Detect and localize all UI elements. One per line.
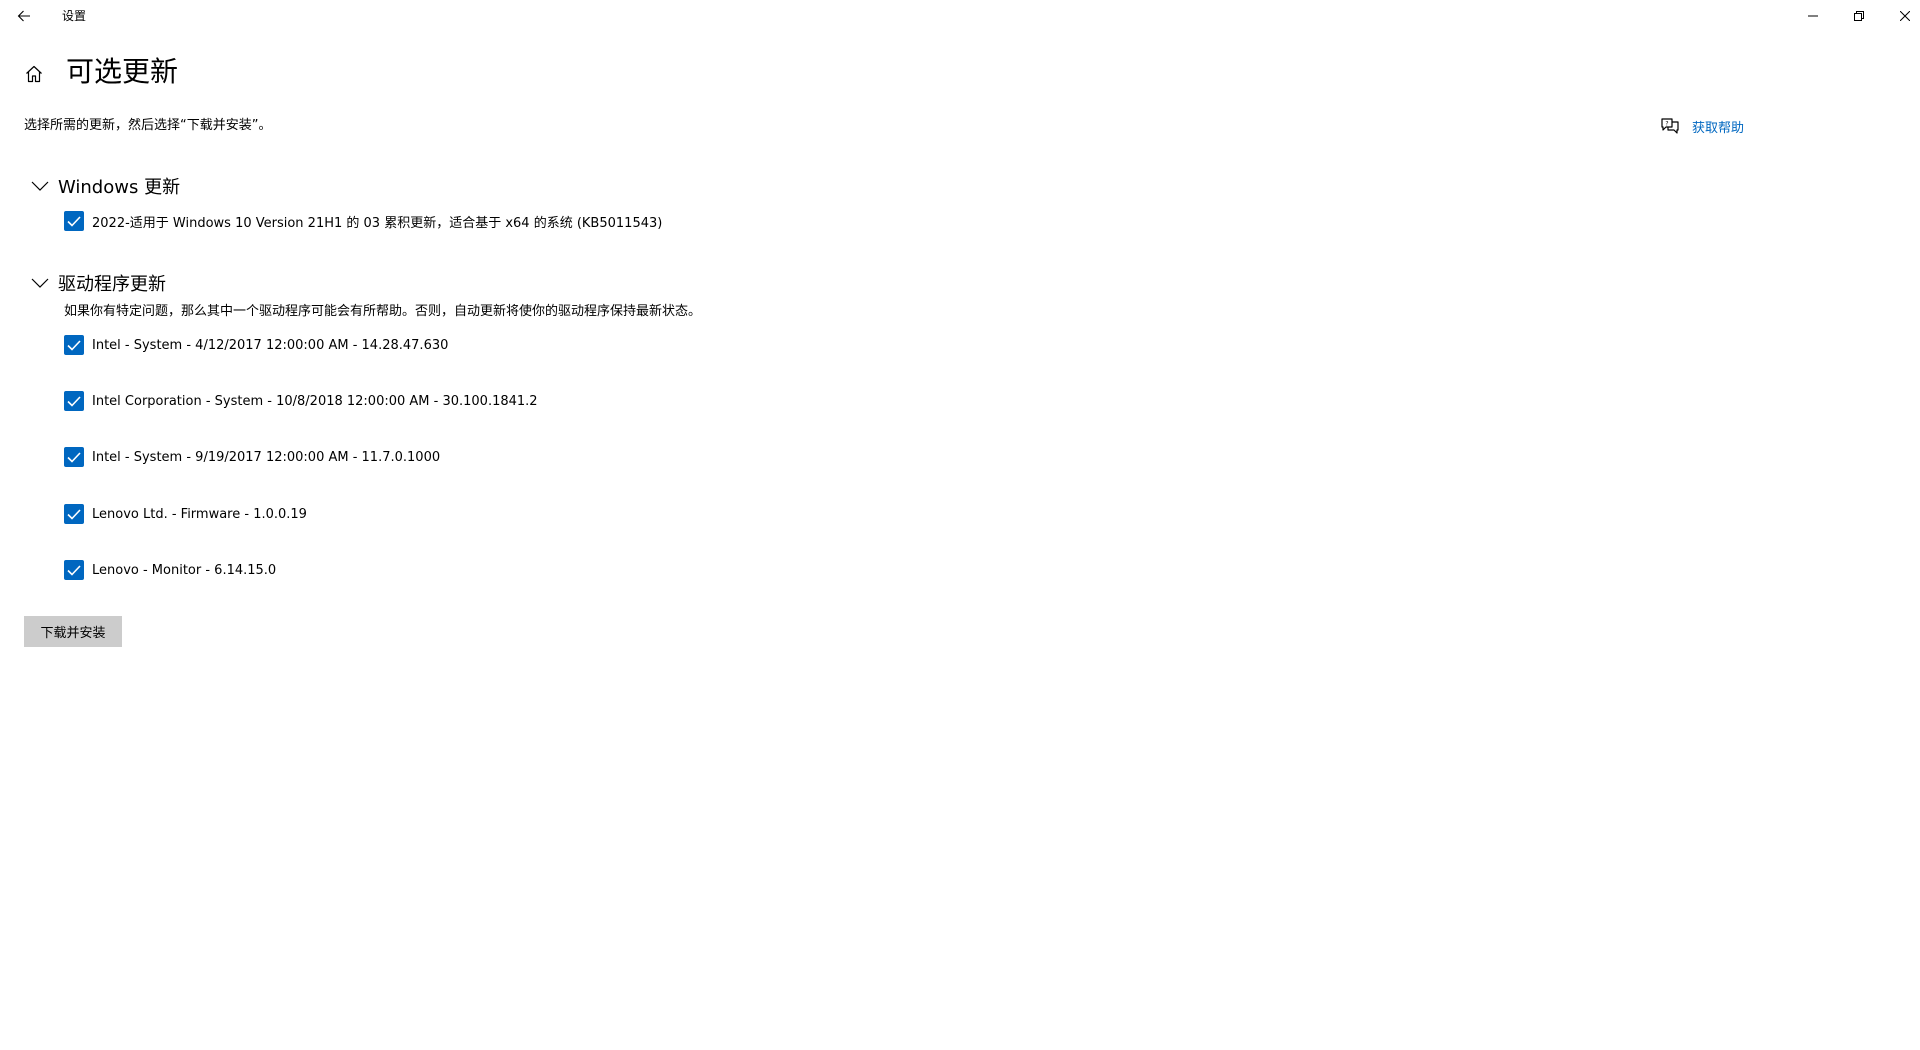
arrow-left-icon [17,10,30,22]
driver-update-item[interactable]: Intel Corporation - System - 10/8/2018 1… [64,390,538,412]
driver-update-section-title: 驱动程序更新 [58,274,166,295]
chevron-down-icon [28,271,52,295]
chat-help-icon: ? [1661,118,1679,134]
page-description: 选择所需的更新，然后选择“下载并安装”。 [24,118,272,133]
page-title: 可选更新 [66,55,179,88]
driver-label: Intel Corporation - System - 10/8/2018 1… [92,393,538,409]
minimize-button[interactable] [1790,0,1836,32]
minimize-icon [1808,15,1818,17]
home-button[interactable] [18,58,50,90]
driver-update-item[interactable]: Intel - System - 9/19/2017 12:00:00 AM -… [64,446,440,468]
close-icon [1900,11,1910,21]
driver-label: Intel - System - 9/19/2017 12:00:00 AM -… [92,449,441,465]
checkmark-icon [67,564,81,576]
driver-update-section-header[interactable]: 驱动程序更新 [28,268,166,298]
title-bar: 设置 [0,0,1920,32]
driver-checkbox[interactable] [64,504,84,524]
checkmark-icon [67,451,81,463]
driver-checkbox[interactable] [64,560,84,580]
home-icon [26,65,42,83]
checkmark-icon [67,395,81,407]
driver-update-item[interactable]: Lenovo - Monitor - 6.14.15.0 [64,559,276,581]
get-help-label: 获取帮助 [1692,120,1745,136]
driver-update-description: 如果你有特定问题，那么其中一个驱动程序可能会有所帮助。否则，自动更新将使你的驱动… [64,304,702,319]
chevron-down-icon [28,174,52,198]
restore-button[interactable] [1836,0,1882,32]
update-label: 2022-适用于 Windows 10 Version 21H1 的 03 累积… [92,215,663,231]
windows-update-section-header[interactable]: Windows 更新 [28,171,180,201]
back-button[interactable] [8,0,40,32]
svg-text:?: ? [1665,121,1668,128]
driver-update-item[interactable]: Lenovo Ltd. - Firmware - 1.0.0.19 [64,503,307,525]
checkmark-icon [67,339,81,351]
get-help-link[interactable]: ? 获取帮助 [1660,116,1744,136]
windows-update-section-title: Windows 更新 [58,177,181,198]
restore-icon [1854,11,1864,21]
checkmark-icon [67,508,81,520]
checkmark-icon [67,215,81,227]
download-install-button[interactable]: 下载并安装 [24,616,122,647]
update-checkbox[interactable] [64,211,84,231]
windows-update-item[interactable]: 2022-适用于 Windows 10 Version 21H1 的 03 累积… [64,210,662,232]
driver-label: Lenovo Ltd. - Firmware - 1.0.0.19 [92,506,307,522]
driver-checkbox[interactable] [64,335,84,355]
window-title: 设置 [62,9,87,23]
close-button[interactable] [1882,0,1920,32]
driver-checkbox[interactable] [64,391,84,411]
driver-label: Intel - System - 4/12/2017 12:00:00 AM -… [92,337,449,353]
driver-update-item[interactable]: Intel - System - 4/12/2017 12:00:00 AM -… [64,334,448,356]
driver-checkbox[interactable] [64,447,84,467]
driver-label: Lenovo - Monitor - 6.14.15.0 [92,562,277,578]
